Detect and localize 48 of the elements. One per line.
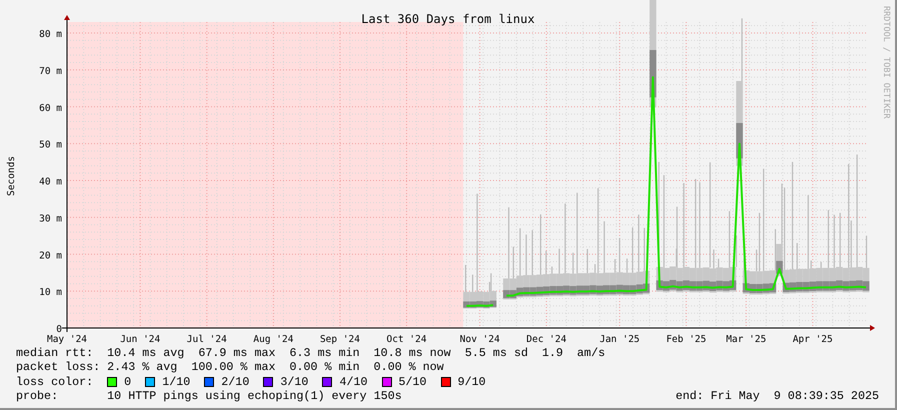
y-tick-label: 20 m xyxy=(39,250,62,262)
end-time: end: Fri May 9 08:39:35 2025 xyxy=(676,389,879,404)
y-axis-label: Seconds xyxy=(6,156,17,196)
x-tick-label: Feb '25 xyxy=(666,334,706,345)
chart-title: Last 360 Days from linux xyxy=(361,12,535,26)
swatch-label: 5/10 xyxy=(398,374,427,390)
y-tick-label: 80 m xyxy=(39,29,62,40)
x-tick-label: Dec '24 xyxy=(526,334,566,345)
legend-value: am/s xyxy=(577,346,606,360)
legend-value: 0.00 % now xyxy=(374,360,444,375)
x-tick-label: Apr '25 xyxy=(792,334,833,345)
legend-label: loss color: xyxy=(16,374,94,390)
legend-value: 10.4 ms avg xyxy=(107,346,184,360)
x-tick-label: Jul '24 xyxy=(186,334,227,345)
legend-value: 2.43 % avg xyxy=(107,360,178,375)
swatch-label: 4/10 xyxy=(339,374,368,390)
legend-value: 6.3 ms min xyxy=(290,346,360,360)
credit-text: RRDTOOL / TOBI OETIKER xyxy=(881,6,891,119)
y-tick-label: 10 m xyxy=(39,287,62,298)
legend-value: 5.5 ms sd xyxy=(464,346,528,360)
y-tick-label: 0 xyxy=(56,324,62,335)
x-tick-label: Oct '24 xyxy=(386,334,427,345)
swatch-label: 9/10 xyxy=(458,374,486,390)
legend-label: packet loss: xyxy=(16,360,102,375)
legend-label: median rtt: xyxy=(16,346,94,360)
y-tick-label: 30 m xyxy=(39,213,62,224)
y-tick-label: 60 m xyxy=(39,102,62,114)
legend-value: 67.9 ms max xyxy=(198,346,276,360)
x-tick-label: Nov '24 xyxy=(460,334,500,345)
swatch-label: 1/10 xyxy=(162,374,190,390)
swatch-label: 2/10 xyxy=(221,374,250,390)
x-tick-label: May '24 xyxy=(46,334,88,345)
x-tick-label: Jun '24 xyxy=(120,334,160,345)
swatch-label: 0 xyxy=(124,374,132,390)
y-tick-label: 70 m xyxy=(39,66,62,77)
legend-value: 10 HTTP pings using echoping(1) every 150s xyxy=(107,389,402,404)
y-tick-label: 40 m xyxy=(39,176,62,188)
legend-value: 10.8 ms now xyxy=(374,346,451,360)
swatch-label: 3/10 xyxy=(280,374,308,390)
x-tick-label: Jan '25 xyxy=(600,334,640,345)
x-tick-label: Sep '24 xyxy=(320,334,360,345)
legend-value: 1.9 xyxy=(542,346,564,360)
x-tick-label: Mar '25 xyxy=(726,334,766,345)
y-tick-label: 50 m xyxy=(39,140,62,151)
legend-value: 100.00 % max xyxy=(191,360,276,375)
legend-label: probe: xyxy=(16,389,60,404)
legend-value: 0.00 % min xyxy=(290,360,360,375)
x-tick-label: Aug '24 xyxy=(253,334,294,345)
